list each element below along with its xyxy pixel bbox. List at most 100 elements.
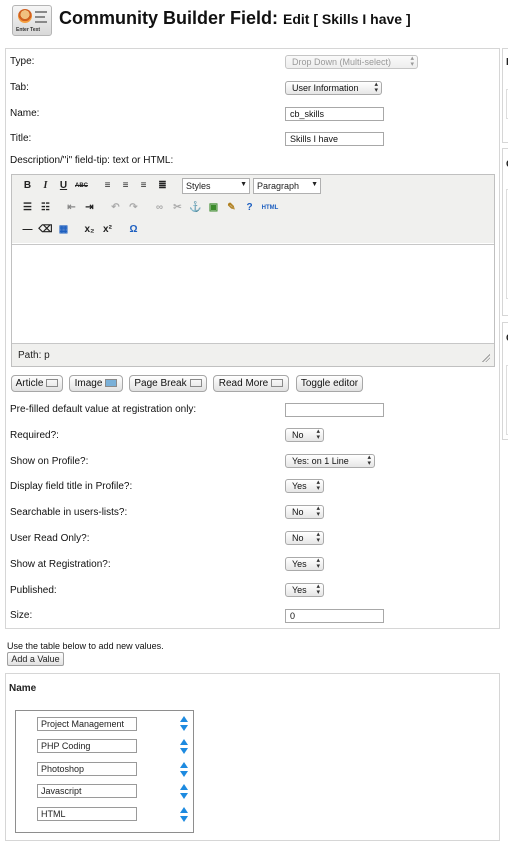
display-title-select[interactable]: Yes ▴ ▾ [285, 479, 324, 493]
value-input[interactable]: PHP Coding [37, 739, 137, 753]
show-registration-select[interactable]: Yes ▴ ▾ [285, 557, 324, 571]
prefilled-input[interactable] [285, 403, 384, 417]
align-center-icon[interactable]: ≡ [118, 179, 133, 193]
select-arrows-icon: ▴ ▾ [316, 479, 320, 492]
description-label: Description/"i" field-tip: text or HTML: [10, 155, 174, 166]
page-break-button[interactable]: Page Break [129, 375, 207, 392]
bullet-list-icon[interactable]: ☰ [20, 201, 35, 215]
read-more-button[interactable]: Read More [213, 375, 289, 392]
reorder-arrows-icon[interactable] [180, 716, 189, 732]
side-panel-1: F [502, 48, 508, 143]
table-icon[interactable]: ▦ [56, 223, 71, 237]
tab-select-value: User Information [292, 83, 359, 93]
path-label: Path: [18, 350, 42, 361]
editor-content-area[interactable] [12, 244, 494, 342]
strikethrough-button[interactable]: ABC [74, 179, 89, 193]
read-only-label: User Read Only?: [10, 533, 90, 544]
special-char-icon[interactable]: Ω [126, 223, 141, 237]
editor-toolbar-row-2: ☰ ☷ ⇤ ⇥ ↶ ↷ ∞ ✂ ⚓ ▣ ✎ ? HTML [12, 197, 494, 219]
value-input[interactable]: HTML [37, 807, 137, 821]
page-subtitle: Edit [ Skills I have ] [283, 11, 411, 27]
cleanup-icon[interactable]: ✎ [224, 201, 239, 215]
reorder-arrows-icon[interactable] [180, 784, 189, 800]
tab-select[interactable]: User Information ▴ ▾ [285, 81, 382, 95]
article-button-label: Article [15, 378, 44, 389]
link-icon[interactable]: ∞ [152, 201, 167, 215]
horizontal-rule-icon[interactable]: — [20, 223, 35, 237]
name-input[interactable]: cb_skills [285, 107, 384, 121]
image-icon [105, 379, 118, 387]
styles-select-label: Styles [186, 181, 211, 191]
title-input[interactable]: Skills I have [285, 132, 384, 146]
value-input[interactable]: Javascript [37, 784, 137, 798]
article-icon [46, 379, 59, 387]
superscript-icon[interactable]: x² [100, 223, 115, 237]
read-only-select[interactable]: No ▴ ▾ [285, 531, 324, 545]
show-on-profile-value: Yes: on 1 Line [292, 456, 349, 466]
remove-format-icon[interactable]: ⌫ [38, 223, 53, 237]
numbered-list-icon[interactable]: ☷ [38, 201, 53, 215]
reorder-arrows-icon[interactable] [180, 807, 189, 823]
values-column-header: Name [9, 683, 37, 694]
format-select[interactable]: Paragraph ▼ [253, 178, 321, 194]
prefilled-label: Pre-filled default value at registration… [10, 404, 197, 415]
underline-button[interactable]: U [56, 179, 71, 193]
show-on-profile-select[interactable]: Yes: on 1 Line ▴ ▾ [285, 454, 375, 468]
resize-grip-icon[interactable] [482, 354, 490, 362]
page-title: Community Builder Field: Edit [ Skills I… [59, 8, 411, 29]
subscript-icon[interactable]: x₂ [82, 223, 97, 237]
select-arrows-icon: ▴ ▾ [367, 454, 371, 467]
reorder-arrows-icon[interactable] [180, 762, 189, 778]
required-select[interactable]: No ▴ ▾ [285, 428, 324, 442]
chevron-down-icon: ▼ [311, 181, 318, 188]
select-arrows-icon: ▴ ▾ [316, 557, 320, 570]
redo-icon[interactable]: ↷ [126, 201, 141, 215]
toggle-editor-button[interactable]: Toggle editor [296, 375, 363, 392]
type-label: Type: [10, 56, 35, 67]
add-value-button[interactable]: Add a Value [7, 652, 64, 666]
image-button[interactable]: Image [69, 375, 123, 392]
icon-caption: Enter Text [16, 27, 41, 33]
path-value: p [44, 350, 50, 361]
page-title-main: Community Builder Field: [59, 8, 279, 28]
select-arrows-icon: ▴ ▾ [410, 55, 414, 68]
size-input[interactable]: 0 [285, 609, 384, 623]
unlink-icon[interactable]: ✂ [170, 201, 185, 215]
undo-icon[interactable]: ↶ [108, 201, 123, 215]
chevron-down-icon: ▼ [240, 181, 247, 188]
display-title-label: Display field title in Profile?: [10, 481, 133, 492]
html-source-button[interactable]: HTML [260, 201, 280, 215]
read-only-value: No [292, 533, 304, 543]
title-label: Title: [10, 133, 32, 144]
show-registration-value: Yes [292, 559, 307, 569]
align-right-icon[interactable]: ≡ [136, 179, 151, 193]
reorder-arrows-icon[interactable] [180, 739, 189, 755]
value-input[interactable]: Project Management [37, 717, 137, 731]
size-label: Size: [10, 610, 33, 621]
format-select-label: Paragraph [257, 181, 300, 191]
outdent-icon[interactable]: ⇤ [64, 201, 79, 215]
anchor-icon[interactable]: ⚓ [188, 201, 203, 215]
editor-toolbar-row-1: B I U ABC ≡ ≡ ≡ ≣ Styles ▼ Paragraph ▼ [12, 175, 494, 197]
side-panel-2: C [502, 148, 508, 316]
insert-image-icon[interactable]: ▣ [206, 201, 221, 215]
italic-button[interactable]: I [38, 179, 53, 193]
article-button[interactable]: Article [11, 375, 63, 392]
required-value: No [292, 430, 304, 440]
values-table: Project Management PHP Coding Photoshop … [15, 710, 194, 833]
value-input[interactable]: Photoshop [37, 762, 137, 776]
type-select-value: Drop Down (Multi-select) [292, 57, 392, 67]
page-break-button-label: Page Break [134, 378, 187, 389]
published-select[interactable]: Yes ▴ ▾ [285, 583, 324, 597]
indent-icon[interactable]: ⇥ [82, 201, 97, 215]
values-note: Use the table below to add new values. [7, 641, 164, 651]
show-on-profile-label: Show on Profile?: [10, 456, 89, 467]
help-icon[interactable]: ? [242, 201, 257, 215]
align-justify-icon[interactable]: ≣ [155, 179, 170, 193]
bold-button[interactable]: B [20, 179, 35, 193]
select-arrows-icon: ▴ ▾ [316, 583, 320, 596]
styles-select[interactable]: Styles ▼ [182, 178, 250, 194]
searchable-select[interactable]: No ▴ ▾ [285, 505, 324, 519]
align-left-icon[interactable]: ≡ [100, 179, 115, 193]
searchable-label: Searchable in users-lists?: [10, 507, 128, 518]
